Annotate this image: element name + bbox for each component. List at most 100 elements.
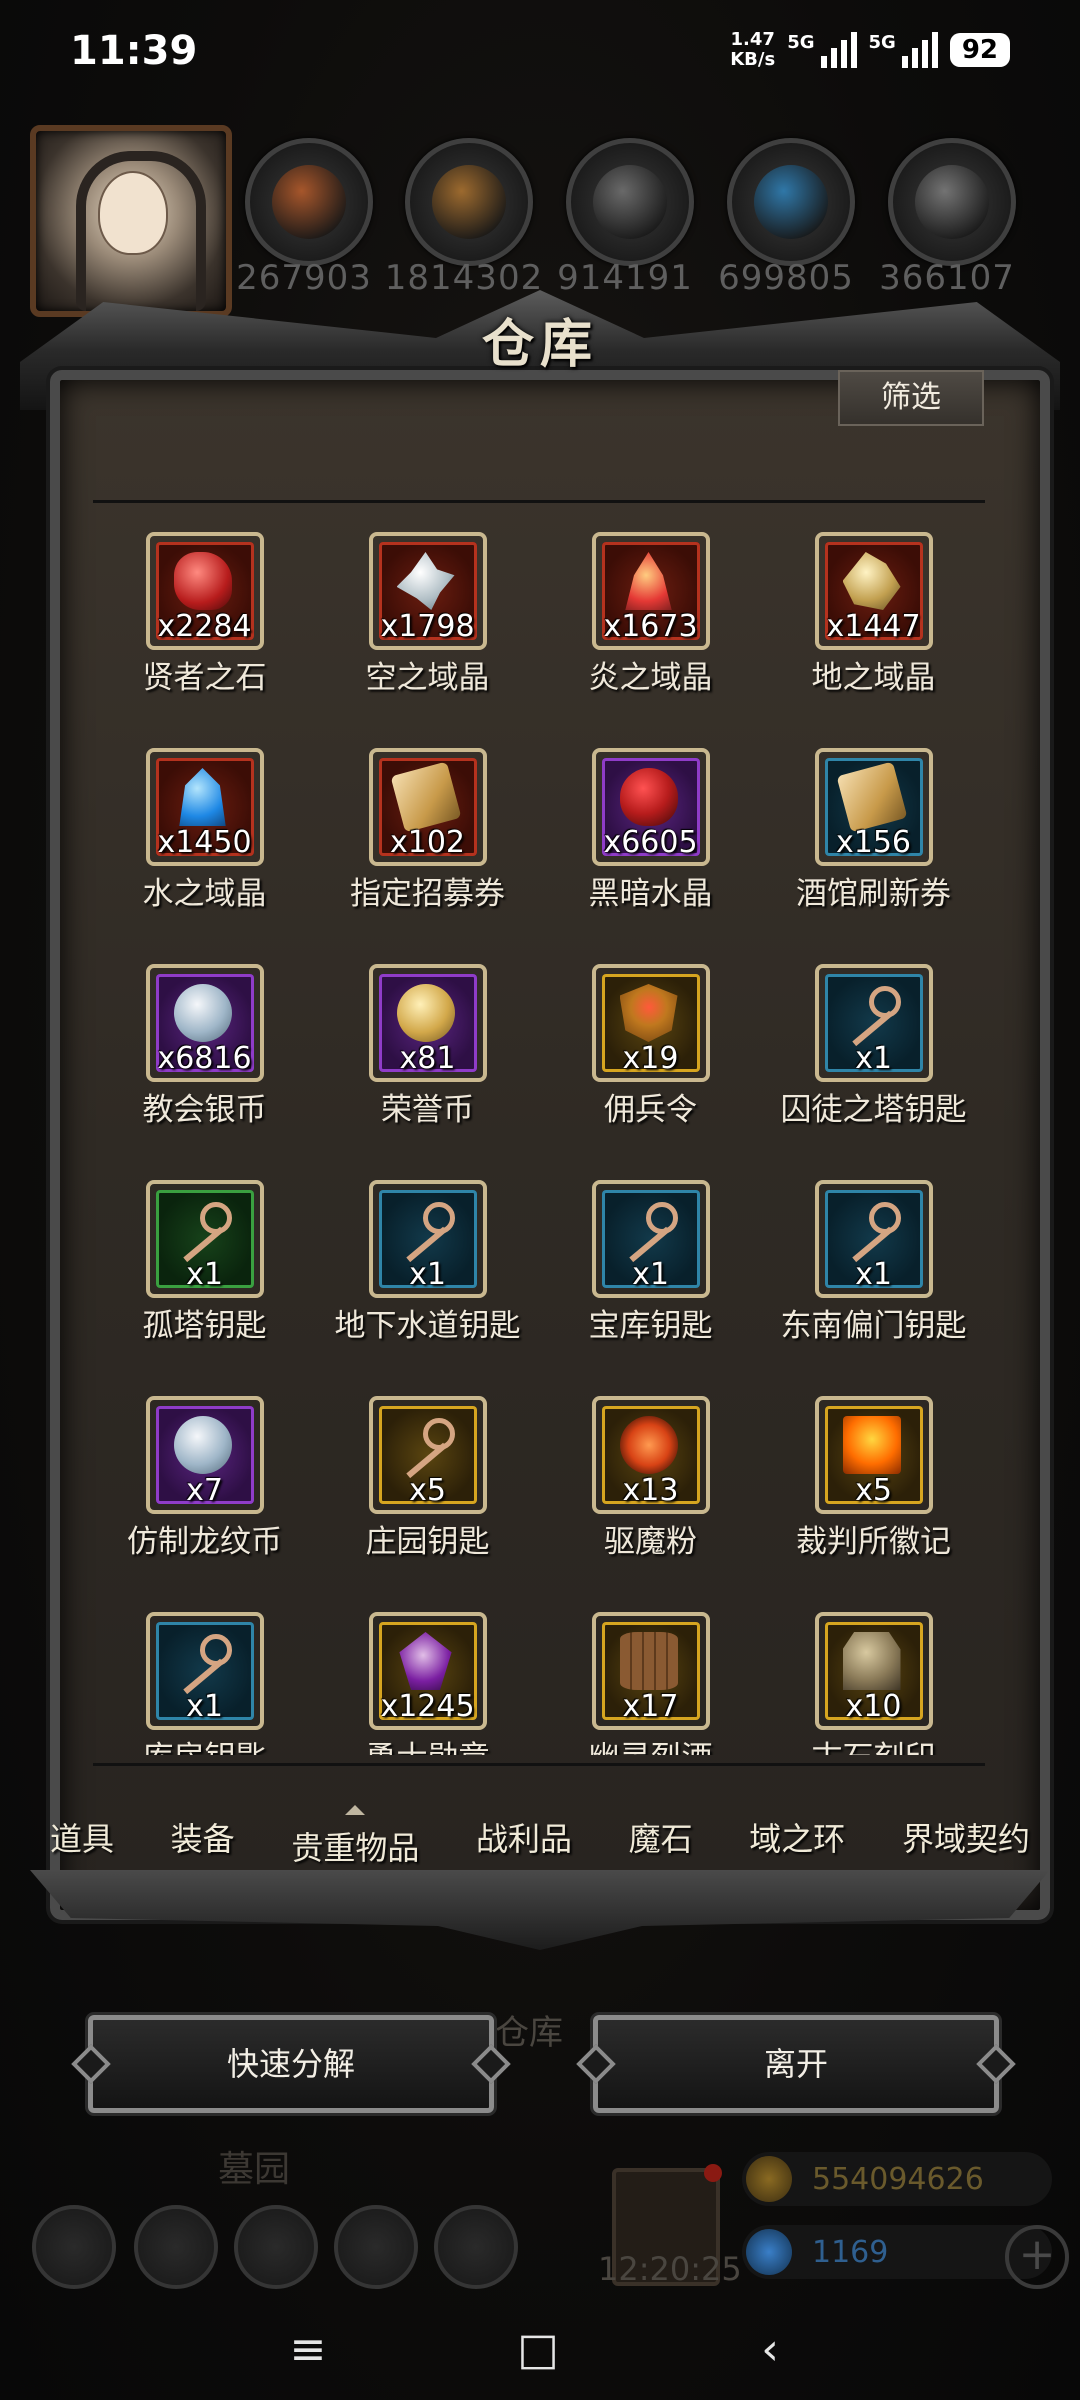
- item-quantity: x19: [622, 1041, 679, 1076]
- item-frame: x7: [145, 1396, 264, 1514]
- item-quantity: x6605: [603, 825, 698, 860]
- castle-icon[interactable]: [234, 2205, 318, 2289]
- item-grid-viewport[interactable]: x2284 贤者之石 x1798 空之域晶 x1673 炎之域晶 x1447 地之域晶 x145…: [93, 520, 985, 1755]
- settings-icon[interactable]: [32, 2205, 116, 2289]
- item-slot[interactable]: x102 指定招募券: [316, 736, 539, 952]
- notification-dot: [704, 2164, 722, 2182]
- item-name: 孤塔钥匙: [142, 1308, 267, 1344]
- item-grid: x2284 贤者之石 x1798 空之域晶 x1673 炎之域晶 x1447 地之域晶 x145…: [93, 520, 985, 1755]
- key-icon: [397, 1200, 455, 1258]
- item-name: 幽灵烈酒: [539, 1732, 762, 1755]
- item-name: 地之域晶: [811, 660, 936, 696]
- item-frame: x2284: [145, 532, 264, 650]
- key-icon: [620, 1200, 678, 1258]
- tab-4[interactable]: 魔石: [621, 1814, 701, 1860]
- key-icon: [397, 1416, 455, 1474]
- item-slot[interactable]: x6605 黑暗水晶: [539, 736, 762, 952]
- item-quantity: x1245: [380, 1689, 475, 1724]
- item-slot[interactable]: x1 宝库钥匙: [539, 1168, 762, 1384]
- item-slot[interactable]: x2284 贤者之石: [93, 520, 316, 736]
- item-quantity: x7: [186, 1473, 223, 1508]
- item-name: 古石刻印: [762, 1732, 985, 1755]
- silver-coin-icon: [173, 984, 232, 1042]
- item-slot[interactable]: x5 裁判所徽记: [762, 1384, 985, 1600]
- key-icon: [843, 1200, 901, 1258]
- item-quantity: x10: [845, 1689, 902, 1724]
- item-frame: x5: [814, 1396, 933, 1514]
- tab-1[interactable]: 装备: [163, 1814, 243, 1860]
- silver-coin-icon: [173, 1416, 232, 1474]
- item-slot[interactable]: x7 仿制龙纹币: [93, 1384, 316, 1600]
- item-frame: x6816: [145, 964, 264, 1082]
- gold-coin-icon: [396, 984, 455, 1042]
- item-slot[interactable]: x156 酒馆刷新券: [762, 736, 985, 952]
- hero-icon[interactable]: [134, 2205, 218, 2289]
- item-name: 指定招募券: [350, 876, 505, 912]
- title-plate: 仓库: [420, 295, 660, 395]
- item-quantity: x1: [409, 1257, 446, 1292]
- item-slot[interactable]: x17 幽灵烈酒: [539, 1600, 762, 1755]
- tab-2[interactable]: 贵重物品: [283, 1805, 427, 1869]
- item-frame: x17: [591, 1612, 710, 1730]
- add-currency-button[interactable]: +: [1005, 2225, 1069, 2289]
- item-quantity: x2284: [157, 609, 252, 644]
- item-quantity: x5: [855, 1473, 892, 1508]
- leave-button[interactable]: 离开: [593, 2015, 999, 2113]
- item-slot[interactable]: x1 地下水道钥匙: [316, 1168, 539, 1384]
- filter-button[interactable]: 筛选: [838, 370, 984, 426]
- gold-coin-icon: [746, 2156, 792, 2202]
- mail-icon[interactable]: [334, 2205, 418, 2289]
- network-speed: 1.47 KB/s: [730, 29, 776, 70]
- item-slot[interactable]: x81 荣誉币: [316, 952, 539, 1168]
- item-name: 勇士勋章: [316, 1732, 539, 1755]
- item-slot[interactable]: x1 囚徒之塔钥匙: [762, 952, 985, 1168]
- item-slot[interactable]: x1 东南偏门钥匙: [762, 1168, 985, 1384]
- item-frame: x1: [814, 964, 933, 1082]
- tab-6[interactable]: 界域契约: [894, 1814, 1038, 1860]
- home-icon[interactable]: □: [508, 2325, 568, 2375]
- item-slot[interactable]: x10 古石刻印: [762, 1600, 985, 1755]
- item-frame: x1: [368, 1180, 487, 1298]
- gem-icon: [746, 2229, 792, 2275]
- item-name: 荣誉币: [381, 1092, 474, 1128]
- item-quantity: x1: [632, 1257, 669, 1292]
- item-slot[interactable]: x1447 地之域晶: [762, 520, 985, 736]
- item-slot[interactable]: x1450 水之域晶: [93, 736, 316, 952]
- location-label: 墓园: [218, 2149, 291, 2190]
- item-frame: x10: [814, 1612, 933, 1730]
- item-name: 空之域晶: [365, 660, 490, 696]
- item-frame: x6605: [591, 748, 710, 866]
- tab-5[interactable]: 域之环: [741, 1814, 853, 1860]
- item-frame: x1: [591, 1180, 710, 1298]
- item-slot[interactable]: x1 孤塔钥匙: [93, 1168, 316, 1384]
- divider: [93, 500, 985, 503]
- tab-3[interactable]: 战利品: [468, 1814, 580, 1860]
- item-frame: x1447: [814, 532, 933, 650]
- item-frame: x1: [145, 1180, 264, 1298]
- item-frame: x1: [145, 1612, 264, 1730]
- player-avatar[interactable]: [30, 125, 232, 317]
- item-quantity: x1: [855, 1041, 892, 1076]
- item-slot[interactable]: x1 库房钥匙: [93, 1600, 316, 1755]
- system-navbar: ≡ □ ‹: [0, 2300, 1080, 2400]
- item-quantity: x1: [186, 1689, 223, 1724]
- item-frame: x5: [368, 1396, 487, 1514]
- back-icon[interactable]: ‹: [740, 2325, 800, 2375]
- quick-decompose-button[interactable]: 快速分解: [88, 2015, 494, 2113]
- key-icon: [843, 984, 901, 1042]
- key-icon: [174, 1200, 232, 1258]
- item-slot[interactable]: x13 驱魔粉: [539, 1384, 762, 1600]
- item-slot[interactable]: x5 庄园钥匙: [316, 1384, 539, 1600]
- powder-icon: [619, 1416, 678, 1474]
- tab-0[interactable]: 道具: [42, 1814, 122, 1860]
- item-slot[interactable]: x6816 教会银币: [93, 952, 316, 1168]
- item-quantity: x102: [389, 825, 465, 860]
- item-slot[interactable]: x19 佣兵令: [539, 952, 762, 1168]
- item-quantity: x1450: [157, 825, 252, 860]
- shield-icon[interactable]: [434, 2205, 518, 2289]
- item-slot[interactable]: x1798 空之域晶: [316, 520, 539, 736]
- item-slot[interactable]: x1673 炎之域晶: [539, 520, 762, 736]
- item-slot[interactable]: x1245 勇士勋章: [316, 1600, 539, 1755]
- menu-icon[interactable]: ≡: [278, 2325, 338, 2375]
- signal-icon-2: 5G: [869, 32, 938, 68]
